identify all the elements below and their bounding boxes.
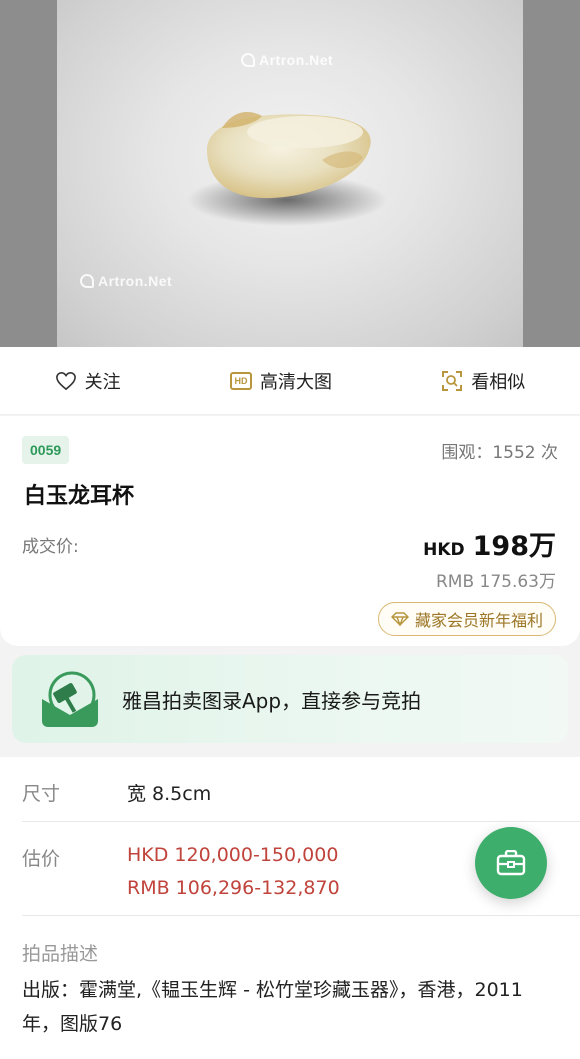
artron-logo-icon	[80, 274, 94, 288]
estimate-hkd: HKD 120,000-150,000	[127, 844, 339, 866]
lot-title: 白玉龙耳杯	[24, 484, 135, 509]
view-count: 围观：1552 次	[441, 443, 558, 463]
divider	[22, 915, 580, 916]
price-rmb: RMB 175.63万	[435, 572, 556, 592]
watermark: Artron.Net	[241, 52, 333, 68]
follow-button[interactable]: 关注	[55, 368, 121, 394]
deal-price: HKD 198万	[423, 524, 556, 563]
lot-info-card: 0059 围观：1552 次 白玉龙耳杯 成交价: HKD 198万 RMB 1…	[0, 416, 580, 646]
watermark-text: Artron.Net	[259, 52, 334, 68]
scan-icon	[442, 370, 463, 391]
action-bar: 关注 HD 高清大图 看相似	[0, 347, 580, 415]
lot-image[interactable]: Artron.Net Artron.Net	[0, 0, 580, 347]
similar-button[interactable]: 看相似	[441, 368, 525, 394]
briefcase-icon	[496, 850, 526, 876]
follow-label: 关注	[84, 371, 121, 393]
price-currency: HKD	[423, 540, 465, 560]
hd-image-button[interactable]: HD 高清大图	[229, 368, 332, 394]
hd-icon: HD	[229, 371, 252, 390]
divider	[22, 821, 580, 822]
watermark-text: Artron.Net	[98, 273, 173, 289]
lot-number-badge: 0059	[22, 436, 70, 464]
price-value: 198万	[472, 531, 556, 562]
heart-icon	[55, 371, 76, 390]
artron-logo-icon	[241, 53, 255, 67]
briefcase-fab-button[interactable]	[475, 827, 547, 899]
estimate-rmb: RMB 106,296-132,870	[127, 877, 340, 899]
description-label: 拍品描述	[22, 943, 99, 965]
description-text: 出版：霍满堂,《韫玉生辉 - 松竹堂珍藏玉器》，香港，2011年，图版76	[22, 979, 523, 1035]
app-promo-banner[interactable]: 雅昌拍卖图录App，直接参与竞拍	[12, 655, 568, 743]
lot-details: 尺寸 宽 8.5cm 估价 HKD 120,000-150,000 RMB 10…	[0, 757, 580, 1059]
diamond-icon	[390, 612, 409, 626]
size-value: 宽 8.5cm	[127, 783, 212, 805]
app-promo-text: 雅昌拍卖图录App，直接参与竞拍	[122, 688, 422, 713]
app-logo-icon	[38, 669, 102, 729]
member-promo-button[interactable]: 藏家会员新年福利	[377, 602, 556, 636]
estimate-label: 估价	[22, 848, 61, 870]
size-label: 尺寸	[22, 783, 61, 805]
watermark: Artron.Net	[80, 273, 172, 289]
similar-label: 看相似	[471, 371, 526, 393]
hd-image-label: 高清大图	[259, 371, 332, 393]
deal-price-label: 成交价:	[22, 537, 79, 557]
member-promo-label: 藏家会员新年福利	[414, 611, 543, 630]
